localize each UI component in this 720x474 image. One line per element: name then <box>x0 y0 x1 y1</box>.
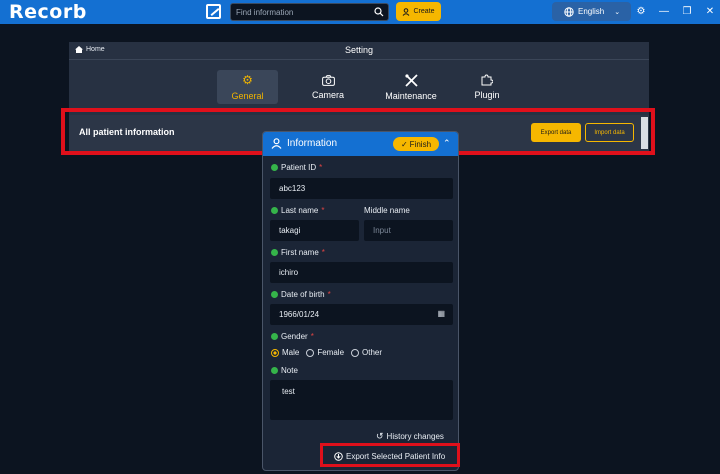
last-name-label: Last name * <box>271 206 324 215</box>
settings-icon[interactable]: ⚙ <box>636 4 646 18</box>
note-field[interactable]: test <box>270 380 453 420</box>
tab-general[interactable]: ⚙ General <box>217 70 278 104</box>
user-icon <box>271 138 282 149</box>
gender-label: Gender * <box>271 332 314 341</box>
app-mark-icon[interactable] <box>206 4 221 19</box>
gender-other-label: Other <box>362 348 383 357</box>
gender-female-label: Female <box>317 348 345 357</box>
search-icon[interactable] <box>374 7 384 17</box>
history-label: History changes <box>386 432 444 441</box>
last-name-field[interactable]: takagi <box>270 220 359 241</box>
settings-tabs: ⚙ General Camera Maintenance Plugin <box>217 70 517 104</box>
tab-general-label: General <box>231 91 264 101</box>
tab-plugin[interactable]: Plugin <box>457 70 517 104</box>
patient-id-label-text: Patient ID <box>281 163 317 172</box>
dob-label: Date of birth * <box>271 290 331 299</box>
information-title: Information <box>287 138 338 149</box>
chevron-down-icon: ⌄ <box>614 8 621 16</box>
required-mark: * <box>319 163 323 172</box>
required-mark: * <box>321 248 325 257</box>
finish-label: Finish <box>409 139 432 149</box>
status-dot-icon <box>271 249 278 256</box>
dob-field[interactable]: 1966/01/24 ▦ <box>270 304 453 325</box>
create-button[interactable]: Create <box>396 2 441 21</box>
first-name-label-text: First name <box>281 248 319 257</box>
top-bar: Recorb Create English ⌄ ⚙ — ❐ ✕ <box>0 0 720 24</box>
radio-icon <box>306 348 315 357</box>
restore-icon[interactable]: ❐ <box>682 4 692 18</box>
gender-male-label: Male <box>282 348 300 357</box>
radio-selected-icon <box>271 348 279 357</box>
puzzle-icon <box>481 74 493 86</box>
close-icon[interactable]: ✕ <box>705 4 715 18</box>
finish-button[interactable]: ✓ Finish <box>393 137 439 151</box>
page-title: Setting <box>344 45 374 55</box>
status-dot-icon <box>271 164 278 171</box>
tab-maintenance[interactable]: Maintenance <box>365 70 457 104</box>
required-mark: * <box>310 332 314 341</box>
status-dot-icon <box>271 291 278 298</box>
language-select[interactable]: English ⌄ <box>552 2 631 21</box>
person-icon <box>403 7 410 16</box>
gear-icon: ⚙ <box>242 73 253 87</box>
search-input[interactable] <box>236 6 371 19</box>
app-logo: Recorb <box>9 1 87 23</box>
last-name-label-text: Last name <box>281 206 319 215</box>
create-label: Create <box>413 8 435 15</box>
required-mark: * <box>327 290 331 299</box>
dob-label-text: Date of birth <box>281 290 325 299</box>
first-name-field[interactable]: ichiro <box>270 262 453 283</box>
required-mark: * <box>321 206 325 215</box>
gender-radio-group: Male Female Other <box>271 348 382 357</box>
minimize-icon[interactable]: — <box>659 4 669 18</box>
history-changes-link[interactable]: ↺ History changes <box>376 431 444 442</box>
dob-value: 1966/01/24 <box>279 310 320 319</box>
gender-label-text: Gender <box>281 332 308 341</box>
radio-icon <box>351 348 360 357</box>
information-header: Information ✓ Finish ⌃ <box>263 132 458 156</box>
camera-icon <box>321 74 335 86</box>
tab-camera[interactable]: Camera <box>291 70 365 104</box>
settings-header: Home Setting <box>69 42 649 60</box>
language-label: English <box>578 7 605 16</box>
check-icon: ✓ <box>400 139 408 149</box>
status-dot-icon <box>271 333 278 340</box>
tools-icon <box>404 73 418 87</box>
globe-icon <box>564 6 574 17</box>
gender-other-radio[interactable]: Other <box>351 348 382 357</box>
note-label: Note <box>271 366 298 375</box>
gender-male-radio[interactable]: Male <box>271 348 299 357</box>
middle-name-label: Middle name <box>364 206 410 215</box>
first-name-label: First name * <box>271 248 325 257</box>
note-label-text: Note <box>281 366 298 375</box>
status-dot-icon <box>271 367 278 374</box>
history-icon: ↺ <box>376 431 384 441</box>
middle-name-field[interactable]: Input <box>364 220 453 241</box>
chevron-up-icon[interactable]: ⌃ <box>443 138 451 149</box>
patient-id-field[interactable]: abc123 <box>270 178 453 199</box>
gender-female-radio[interactable]: Female <box>306 348 344 357</box>
status-dot-icon <box>271 207 278 214</box>
tab-camera-label: Camera <box>311 89 344 100</box>
search-box[interactable] <box>230 3 389 21</box>
information-panel: Information ✓ Finish ⌃ Patient ID * abc12… <box>262 131 459 471</box>
calendar-icon[interactable]: ▦ <box>437 309 445 318</box>
highlight-box <box>320 443 460 467</box>
patient-id-label: Patient ID * <box>271 163 322 172</box>
tab-maintenance-label: Maintenance <box>385 90 437 101</box>
tab-plugin-label: Plugin <box>474 90 500 100</box>
